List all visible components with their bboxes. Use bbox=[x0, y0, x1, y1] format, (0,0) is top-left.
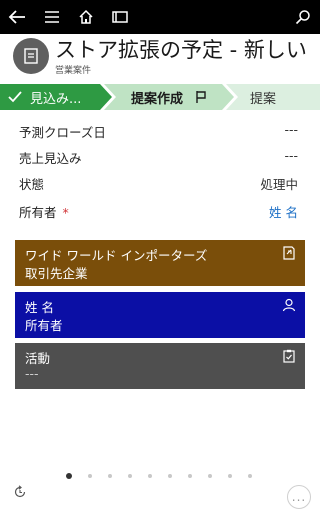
stage-qualify[interactable]: 見込み... bbox=[0, 84, 112, 110]
record-entity-label: 営業案件 bbox=[55, 66, 92, 76]
back-arrow-icon[interactable] bbox=[5, 5, 29, 29]
hamburger-icon[interactable] bbox=[40, 5, 64, 29]
page-dot[interactable] bbox=[128, 474, 132, 478]
owner-link[interactable]: 姓 名 bbox=[269, 202, 298, 221]
record-header: ストア拡張の予定 - 新しい 営業案件 bbox=[0, 34, 320, 82]
page-dot[interactable] bbox=[88, 474, 92, 478]
field-value: 処理中 bbox=[260, 177, 298, 192]
process-stage-bar: 見込み... 提案作成 提案 bbox=[0, 84, 320, 110]
page-dot[interactable] bbox=[168, 474, 172, 478]
field-value: --- bbox=[284, 122, 298, 137]
stage-label: 見込み... bbox=[30, 91, 82, 107]
top-nav-bar bbox=[0, 0, 320, 34]
refresh-icon[interactable] bbox=[13, 485, 27, 499]
card-icon[interactable] bbox=[108, 5, 132, 29]
card-title: ワイド ワールド インポーターズ bbox=[25, 248, 208, 263]
page-dot[interactable] bbox=[248, 474, 252, 478]
field-value: --- bbox=[284, 148, 298, 163]
field-label: 売上見込み bbox=[19, 151, 82, 166]
card-subtitle: 取引先企業 bbox=[25, 266, 88, 281]
field-est-revenue[interactable]: 売上見込み --- bbox=[0, 144, 320, 170]
page-dot[interactable] bbox=[188, 474, 192, 478]
field-label: 所有者 * bbox=[19, 202, 69, 221]
field-label-text: 所有者 bbox=[19, 205, 57, 220]
stage-propose[interactable]: 提案 bbox=[226, 84, 320, 110]
person-icon bbox=[282, 298, 296, 312]
page-dot-active[interactable] bbox=[66, 473, 72, 479]
page-dot[interactable] bbox=[108, 474, 112, 478]
card-title: 姓 名 bbox=[25, 300, 54, 315]
page-dot[interactable] bbox=[228, 474, 232, 478]
flag-icon bbox=[196, 91, 206, 103]
stage-develop[interactable]: 提案作成 bbox=[104, 84, 234, 110]
more-button[interactable]: ... bbox=[287, 485, 311, 509]
owner-card[interactable]: 姓 名 所有者 bbox=[15, 292, 305, 338]
avatar bbox=[13, 38, 49, 74]
check-icon bbox=[8, 91, 22, 103]
stage-label: 提案 bbox=[250, 91, 277, 107]
stage-label: 提案作成 bbox=[131, 91, 184, 107]
field-status[interactable]: 状態 処理中 bbox=[0, 170, 320, 196]
account-card[interactable]: ワイド ワールド インポーターズ 取引先企業 bbox=[15, 240, 305, 286]
page-dot[interactable] bbox=[148, 474, 152, 478]
field-label: 状態 bbox=[19, 177, 45, 192]
clipboard-icon bbox=[283, 349, 295, 363]
document-icon bbox=[24, 48, 38, 64]
search-icon[interactable] bbox=[291, 5, 315, 29]
required-mark: * bbox=[62, 205, 69, 220]
page-dot[interactable] bbox=[208, 474, 212, 478]
card-subtitle: 所有者 bbox=[25, 318, 63, 333]
field-label: 予測クローズ日 bbox=[19, 125, 106, 140]
card-title: 活動 bbox=[25, 351, 51, 366]
record-title: ストア拡張の予定 - 新しい bbox=[55, 38, 307, 62]
field-owner[interactable]: 所有者 * 姓 名 bbox=[0, 198, 320, 224]
home-icon[interactable] bbox=[74, 5, 98, 29]
card-subtitle: --- bbox=[25, 366, 39, 381]
account-icon bbox=[283, 246, 295, 260]
activity-card[interactable]: 活動 --- bbox=[15, 343, 305, 389]
field-est-close-date[interactable]: 予測クローズ日 --- bbox=[0, 118, 320, 144]
